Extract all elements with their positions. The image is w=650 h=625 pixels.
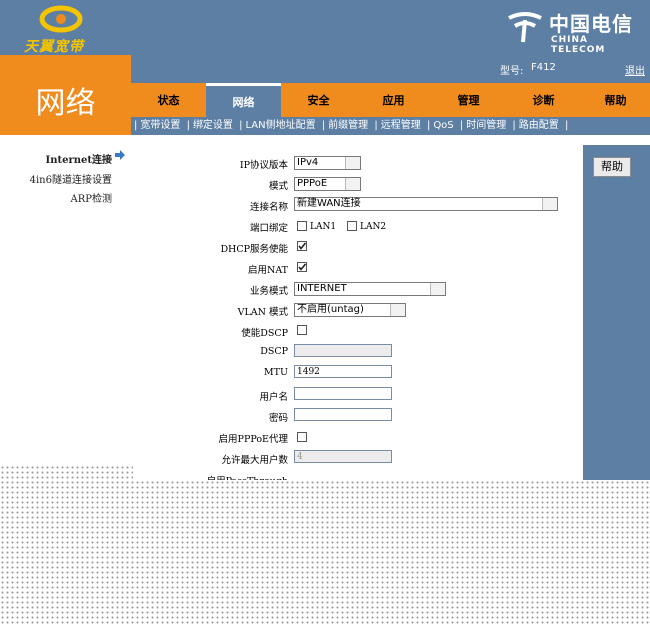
lan2-label: LAN2 — [360, 222, 387, 232]
pppoe-proxy-checkbox[interactable] — [297, 432, 307, 442]
left-menu-arp[interactable]: ARP检测 — [0, 190, 112, 205]
subnav-qos[interactable]: QoS — [433, 120, 453, 131]
tab-diagnosis[interactable]: 诊断 — [506, 83, 581, 117]
mtu-input[interactable]: 1492 — [294, 365, 392, 378]
password-input[interactable] — [294, 408, 392, 421]
chevron-down-icon — [390, 304, 405, 316]
tab-help[interactable]: 帮助 — [581, 83, 650, 117]
password-label: 密码 — [268, 413, 288, 424]
subnav-lan-address[interactable]: LAN侧地址配置 — [246, 120, 316, 131]
subnav-binding[interactable]: 绑定设置 — [193, 120, 233, 131]
tianyi-logo: 天翼宽带 — [8, 2, 128, 55]
dscp-input[interactable] — [294, 344, 392, 357]
arrow-right-icon — [115, 150, 125, 160]
max-users-input[interactable]: 4 — [294, 450, 392, 463]
username-label: 用户名 — [259, 392, 288, 403]
china-telecom-logo: 中国电信 CHINA TELECOM — [505, 6, 645, 55]
username-input[interactable] — [294, 387, 392, 400]
chevron-down-icon — [345, 157, 360, 169]
subnav-remote[interactable]: 远程管理 — [381, 120, 421, 131]
mtu-label: MTU — [263, 367, 288, 378]
mode-label: 模式 — [268, 181, 288, 192]
chevron-down-icon — [542, 198, 557, 210]
subnav-prefix[interactable]: 前缀管理 — [328, 120, 368, 131]
vlan-mode-label: VLAN 模式 — [237, 307, 288, 318]
lan2-checkbox[interactable] — [347, 221, 357, 231]
tab-management[interactable]: 管理 — [431, 83, 506, 117]
subnav-time[interactable]: 时间管理 — [466, 120, 506, 131]
tab-status[interactable]: 状态 — [131, 83, 206, 117]
left-menu-internet[interactable]: Internet连接 — [0, 151, 112, 166]
section-title: 网络 — [35, 86, 96, 121]
china-telecom-emblem-icon — [508, 12, 542, 43]
ip-version-label: IP协议版本 — [239, 160, 288, 171]
service-mode-select[interactable]: INTERNET — [294, 282, 446, 296]
china-telecom-en: CHINA TELECOM — [551, 35, 606, 55]
tab-security[interactable]: 安全 — [281, 83, 356, 117]
help-panel — [583, 145, 650, 480]
dscp-enable-label: 使能DSCP — [241, 328, 288, 339]
nat-label: 启用NAT — [248, 265, 288, 276]
model-label: 型号: — [500, 66, 524, 77]
dscp-label: DSCP — [260, 346, 288, 357]
mode-select[interactable]: PPPoE — [294, 177, 361, 191]
tab-application[interactable]: 应用 — [356, 83, 431, 117]
info-strip — [131, 55, 650, 83]
subnav-route[interactable]: 路由配置 — [519, 120, 559, 131]
dhcp-checkbox[interactable] — [297, 241, 307, 251]
model-value: F412 — [531, 62, 556, 73]
dscp-enable-checkbox[interactable] — [297, 325, 307, 335]
sub-navigation: | 宽带设置 | 绑定设置 | LAN侧地址配置 | 前缀管理 | 远程管理 | QoS |… — [131, 117, 650, 135]
logout-link[interactable]: 退出 — [625, 62, 645, 77]
port-binding-label: 端口绑定 — [249, 223, 288, 234]
tianyi-swirl-icon — [39, 5, 83, 33]
vlan-mode-select[interactable]: 不启用(untag) — [294, 303, 406, 317]
chevron-down-icon — [430, 283, 445, 295]
lan1-label: LAN1 — [310, 222, 337, 232]
pppoe-proxy-label: 启用PPPoE代理 — [218, 434, 288, 445]
tianyi-brand-text: 天翼宽带 — [24, 39, 84, 55]
chevron-down-icon — [345, 178, 360, 190]
nat-checkbox[interactable] — [297, 262, 307, 272]
dotted-overlay — [0, 480, 650, 625]
china-telecom-cn: 中国电信 — [549, 12, 633, 36]
tab-network[interactable]: 网络 — [206, 83, 281, 117]
connection-name-label: 连接名称 — [249, 202, 288, 213]
lan1-checkbox[interactable] — [297, 221, 307, 231]
connection-name-select[interactable]: 新建WAN连接 — [294, 197, 558, 211]
max-users-label: 允许最大用户数 — [221, 455, 288, 466]
ip-version-select[interactable]: IPv4 — [294, 156, 361, 170]
dotted-overlay-left — [0, 465, 133, 480]
dhcp-label: DHCP服务使能 — [220, 244, 288, 255]
check-icon — [298, 263, 307, 271]
service-mode-label: 业务模式 — [249, 286, 288, 297]
check-icon — [298, 242, 307, 250]
help-button[interactable]: 帮助 — [593, 157, 631, 177]
left-menu-4in6[interactable]: 4in6隧道连接设置 — [0, 171, 112, 186]
subnav-broadband[interactable]: 宽带设置 — [140, 120, 180, 131]
